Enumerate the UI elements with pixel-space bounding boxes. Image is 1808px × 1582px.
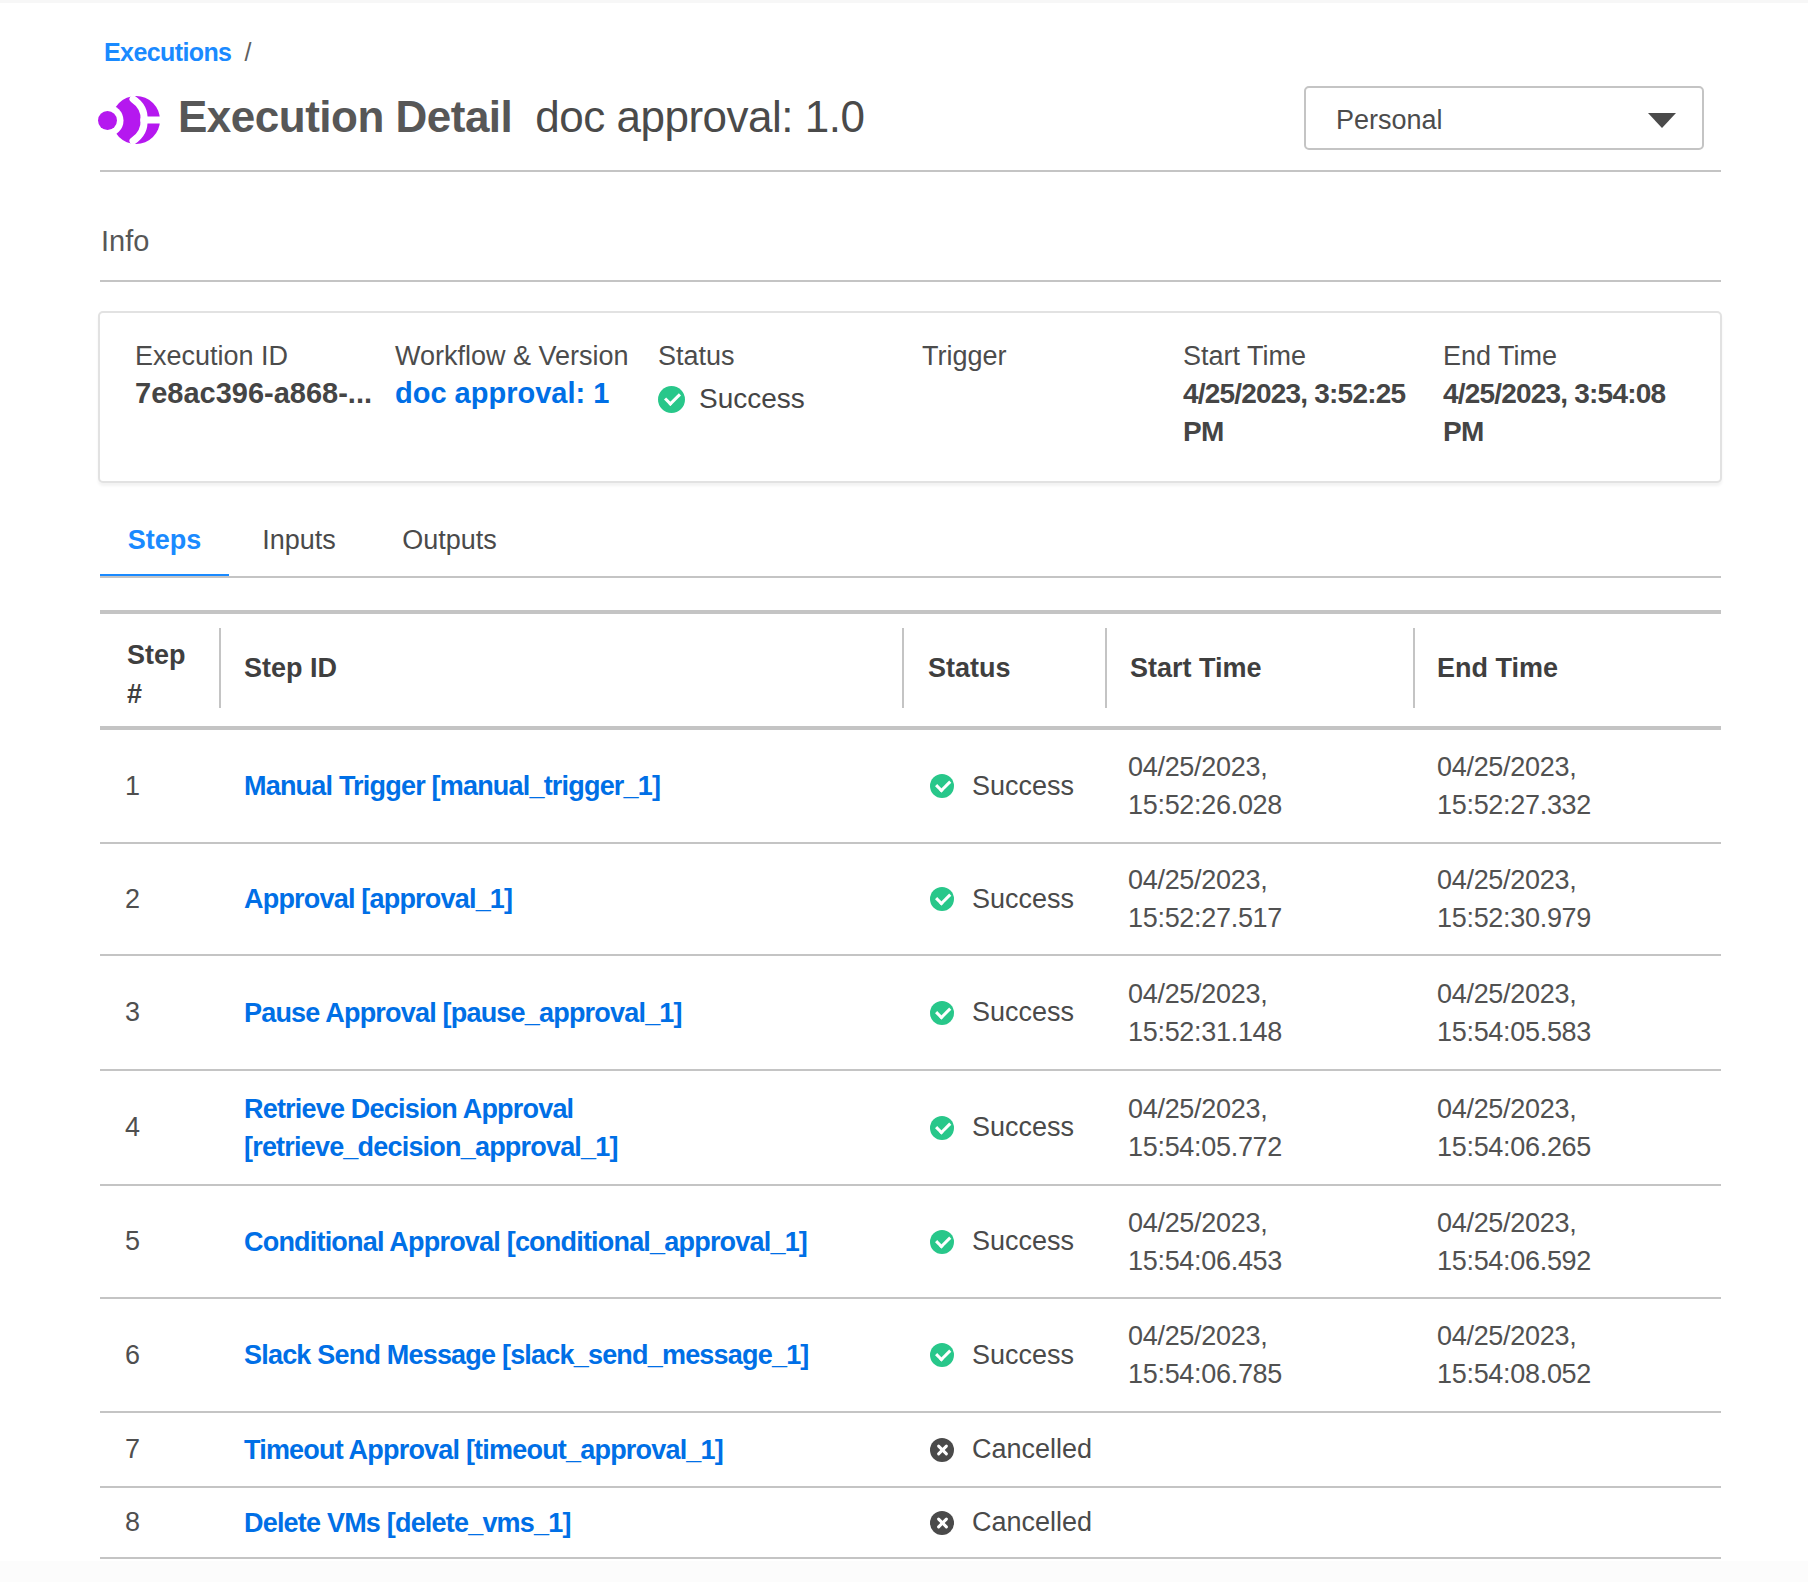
- column-header-step-id: Step ID: [244, 655, 337, 682]
- header-separator: [1413, 628, 1415, 708]
- table-row: 8 Delete VMs [delete_vms_1] Cancelled: [100, 1488, 1721, 1559]
- info-heading-divider: [100, 280, 1721, 282]
- info-field-label: Start Time: [1183, 343, 1306, 370]
- status-icon: [658, 386, 685, 413]
- tabs-divider: [100, 576, 1721, 578]
- column-header-end-time: End Time: [1437, 655, 1558, 682]
- step-num: 1: [125, 730, 140, 842]
- title-divider: [100, 170, 1721, 172]
- workflow-version-link[interactable]: doc approval: 1: [395, 379, 609, 408]
- page-title-row: Execution Detail doc approval: 1.0: [178, 95, 864, 139]
- page-title: Execution Detail: [178, 92, 512, 141]
- step-num: 7: [125, 1413, 140, 1486]
- column-header-step-num: Step #: [127, 636, 197, 714]
- step-start-time: 04/25/2023, 15:52:26.028: [1128, 748, 1398, 824]
- step-start-time: 04/25/2023, 15:54:05.772: [1128, 1090, 1398, 1166]
- status-icon: [930, 1116, 954, 1140]
- step-start-time: 04/25/2023, 15:52:27.517: [1128, 861, 1398, 937]
- step-status: Success: [972, 771, 1074, 802]
- step-end-time: 04/25/2023, 15:52:27.332: [1437, 748, 1717, 824]
- table-row: 5 Conditional Approval [conditional_appr…: [100, 1186, 1721, 1299]
- table-row: 3 Pause Approval [pause_approval_1] Succ…: [100, 956, 1721, 1071]
- chevron-down-icon: [1648, 113, 1676, 128]
- status-icon: [930, 1230, 954, 1254]
- step-id-link[interactable]: Pause Approval [pause_approval_1]: [244, 994, 682, 1032]
- step-status: Cancelled: [972, 1434, 1092, 1465]
- column-header-status: Status: [928, 655, 1011, 682]
- step-status: Cancelled: [972, 1507, 1092, 1538]
- top-edge-band: [0, 0, 1808, 3]
- execution-id-value: 7e8ac396-a868-...: [135, 379, 372, 408]
- step-id-link[interactable]: Timeout Approval [timeout_approval_1]: [244, 1431, 723, 1469]
- step-id-link[interactable]: Delete VMs [delete_vms_1]: [244, 1504, 571, 1542]
- table-row: 4 Retrieve Decision Approval [retrieve_d…: [100, 1071, 1721, 1186]
- step-start-time: 04/25/2023, 15:54:06.785: [1128, 1317, 1398, 1393]
- table-row: 1 Manual Trigger [manual_trigger_1] Succ…: [100, 730, 1721, 844]
- tab-steps[interactable]: Steps: [100, 527, 229, 578]
- step-end-time: 04/25/2023, 15:54:06.592: [1437, 1204, 1717, 1280]
- tab-outputs[interactable]: Outputs: [369, 527, 530, 578]
- tab-inputs[interactable]: Inputs: [229, 527, 369, 578]
- info-field-label: Workflow & Version: [395, 343, 629, 370]
- step-num: 5: [125, 1186, 140, 1297]
- info-field-label: End Time: [1443, 343, 1557, 370]
- header-separator: [1105, 628, 1107, 708]
- step-id-link[interactable]: Approval [approval_1]: [244, 880, 512, 918]
- step-id-link[interactable]: Slack Send Message [slack_send_message_1…: [244, 1336, 809, 1374]
- step-end-time: 04/25/2023, 15:52:30.979: [1437, 861, 1717, 937]
- info-section-heading: Info: [101, 227, 149, 256]
- info-field-label: Execution ID: [135, 343, 288, 370]
- step-num: 8: [125, 1488, 140, 1557]
- column-header-start-time: Start Time: [1130, 655, 1262, 682]
- status-icon: [930, 1001, 954, 1025]
- breadcrumb-separator: /: [244, 38, 250, 66]
- bottom-band: [0, 1561, 1808, 1582]
- table-header: Step # Step ID Status Start Time End Tim…: [100, 614, 1721, 726]
- workflow-icon: [94, 91, 164, 149]
- end-time-value: 4/25/2023, 3:54:08 PM: [1443, 375, 1699, 451]
- step-id-link[interactable]: Manual Trigger [manual_trigger_1]: [244, 767, 660, 805]
- step-num: 3: [125, 956, 140, 1069]
- table-row: 6 Slack Send Message [slack_send_message…: [100, 1299, 1721, 1413]
- header-separator: [902, 628, 904, 708]
- start-time-value: 4/25/2023, 3:52:25 PM: [1183, 375, 1439, 451]
- step-num: 6: [125, 1299, 140, 1411]
- step-end-time: 04/25/2023, 15:54:08.052: [1437, 1317, 1717, 1393]
- step-end-time: 04/25/2023, 15:54:06.265: [1437, 1090, 1717, 1166]
- step-end-time: 04/25/2023, 15:54:05.583: [1437, 975, 1717, 1051]
- step-num: 2: [125, 844, 140, 954]
- scope-select-value: Personal: [1336, 105, 1443, 136]
- breadcrumb-executions-link[interactable]: Executions: [104, 38, 231, 66]
- status-icon: [930, 1511, 954, 1535]
- step-id-link[interactable]: Retrieve Decision Approval [retrieve_dec…: [244, 1090, 924, 1166]
- table-row: 7 Timeout Approval [timeout_approval_1] …: [100, 1413, 1721, 1488]
- step-id-link[interactable]: Conditional Approval [conditional_approv…: [244, 1223, 807, 1261]
- scope-select[interactable]: Personal: [1304, 86, 1704, 150]
- status-icon: [930, 774, 954, 798]
- step-start-time: 04/25/2023, 15:54:06.453: [1128, 1204, 1398, 1280]
- step-status: Success: [972, 1112, 1074, 1143]
- status-icon: [930, 1343, 954, 1367]
- step-num: 4: [125, 1071, 140, 1184]
- info-field-label: Trigger: [922, 343, 1007, 370]
- step-start-time: 04/25/2023, 15:52:31.148: [1128, 975, 1398, 1051]
- step-status: Success: [972, 1340, 1074, 1371]
- header-separator: [219, 628, 221, 708]
- info-field-label: Status: [658, 343, 735, 370]
- status-icon: [930, 887, 954, 911]
- info-card: Execution ID 7e8ac396-a868-... Workflow …: [98, 311, 1722, 483]
- status-icon: [930, 1438, 954, 1462]
- step-status: Success: [972, 884, 1074, 915]
- step-status: Success: [972, 1226, 1074, 1257]
- status-value: Success: [699, 383, 805, 415]
- step-status: Success: [972, 997, 1074, 1028]
- page-title-workflow-name: doc approval: 1.0: [535, 92, 864, 141]
- table-row: 2 Approval [approval_1] Success 04/25/20…: [100, 844, 1721, 956]
- breadcrumb: Executions /: [104, 39, 251, 65]
